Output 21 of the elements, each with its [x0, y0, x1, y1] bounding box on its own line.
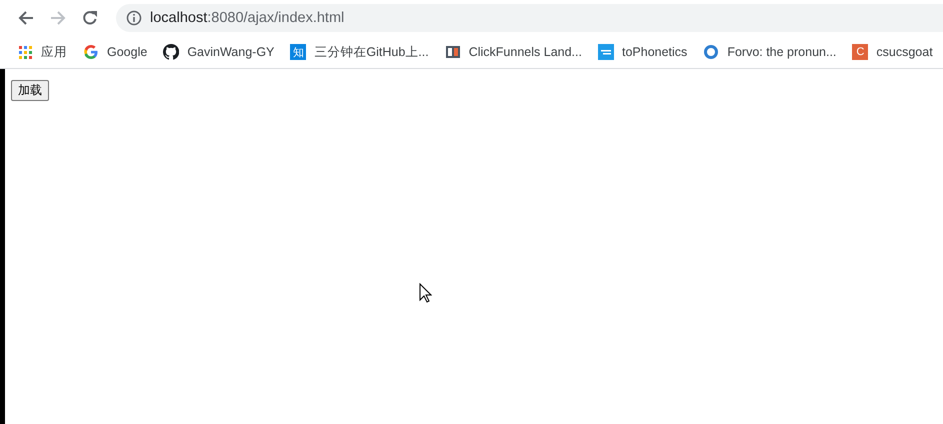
- tile-icon[interactable]: [598, 44, 614, 60]
- bookmark-favicon[interactable]: 知: [290, 44, 306, 60]
- bookmark-link[interactable]: ClickFunnels Land...: [468, 45, 582, 59]
- bookmark-link[interactable]: Forvo: the pronun...: [727, 45, 836, 59]
- bookmark-link[interactable]: 应用: [41, 44, 67, 60]
- address-bar[interactable]: localhost:8080/ajax/index.html: [116, 4, 943, 32]
- apps-grid-icon[interactable]: [17, 44, 33, 60]
- info-icon[interactable]: [126, 10, 142, 26]
- bookmark-link[interactable]: csucsgoat: [876, 45, 933, 59]
- load-button[interactable]: 加载: [11, 80, 49, 101]
- bookmark-link[interactable]: GavinWang-GY: [187, 45, 274, 59]
- ring-icon[interactable]: [703, 44, 720, 60]
- bookmark-link[interactable]: Google: [107, 45, 148, 59]
- square-mark-icon[interactable]: [444, 44, 461, 60]
- mouse-pointer-icon: [419, 283, 432, 303]
- url-text: localhost:8080/ajax/index.html: [150, 10, 344, 26]
- google-g-icon[interactable]: [83, 44, 99, 60]
- github-cat-icon[interactable]: [163, 44, 180, 60]
- bookmark-link[interactable]: 三分钟在GitHub上...: [314, 44, 429, 60]
- bookmark-favicon[interactable]: C: [852, 44, 868, 60]
- bookmark-link[interactable]: toPhonetics: [622, 45, 688, 59]
